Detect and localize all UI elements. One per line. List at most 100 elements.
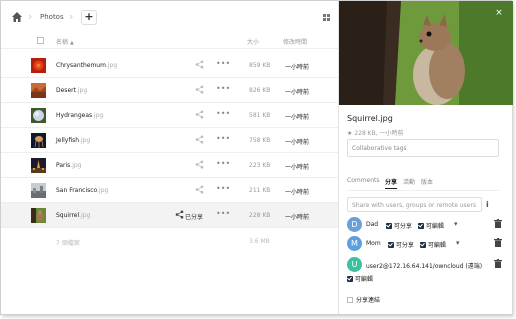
file-modified: 一小時前 [285,164,310,171]
detail-filename: Squirrel.jpg [347,114,393,123]
avatar: U [347,257,362,272]
file-thumbnail [31,133,46,148]
tab-divider [347,190,499,191]
file-count: 7 個檔案 [56,240,80,247]
total-size: 3.6 MB [249,238,270,245]
share-link-checkbox[interactable]: 分享連結 [347,295,380,304]
file-row[interactable]: San Francisco.jpg ••• 211 KB 一小時前 [1,178,338,203]
app-window: › Photos › + 名稱 ▲ 大小 修改時間 Chrysanthemum.… [0,0,513,315]
more-actions-icon[interactable]: ••• [216,209,230,218]
share-entry: M Mom 可分享 可編輯 ▾ [347,236,507,252]
star-icon[interactable]: ★ [347,130,352,137]
can-share-checkbox[interactable]: 可分享 [386,221,412,230]
modified-column-header[interactable]: 修改時間 [283,37,307,46]
breadcrumb-separator: › [28,10,33,23]
info-icon[interactable]: i [486,200,489,209]
file-modified: 一小時前 [285,139,310,146]
can-edit-checkbox[interactable]: 可編輯 [420,240,446,249]
detail-tabs: Comments 分享 活動 版本 [347,177,507,189]
share-icon[interactable] [195,160,204,169]
more-actions-icon[interactable]: ••• [216,109,230,118]
share-search-input[interactable]: Share with users, groups or remote users [347,197,482,212]
chevron-down-icon[interactable]: ▾ [456,239,460,247]
share-entry: U user2@172.16.64.141/owncloud (遠端) 可編輯 [347,257,507,285]
more-actions-icon[interactable]: ••• [216,184,230,193]
more-actions-icon[interactable]: ••• [216,84,230,93]
share-icon[interactable] [195,135,204,144]
name-column-header[interactable]: 名稱 ▲ [56,37,74,46]
can-edit-checkbox[interactable]: 可編輯 [418,221,444,230]
file-modified: 一小時前 [285,189,310,196]
list-header: 名稱 ▲ 大小 修改時間 [1,33,338,49]
file-size: 581 KB [249,112,271,119]
file-row[interactable]: Chrysanthemum.jpg ••• 859 KB 一小時前 [1,53,338,78]
share-recipient: Mom [366,240,381,247]
file-thumbnail [31,108,46,123]
tab-activity[interactable]: 活動 [403,177,415,186]
file-thumbnail [31,58,46,73]
breadcrumb-folder[interactable]: Photos [40,13,64,21]
file-size: 211 KB [249,187,271,194]
tab-sharing[interactable]: 分享 [385,177,398,189]
breadcrumb-separator: › [69,10,74,23]
delete-share-icon[interactable] [494,219,502,228]
more-actions-icon[interactable]: ••• [216,159,230,168]
tab-comments[interactable]: Comments [347,177,380,184]
new-button[interactable]: + [81,10,97,25]
file-list-panel: › Photos › + 名稱 ▲ 大小 修改時間 Chrysanthemum.… [1,1,338,314]
delete-share-icon[interactable] [494,238,502,247]
file-name[interactable]: Jellyfish.jpg [56,137,90,144]
size-column-header[interactable]: 大小 [247,37,259,46]
file-thumbnail [31,83,46,98]
grid-view-icon[interactable] [323,14,330,21]
share-entry: D Dad 可分享 可編輯 ▾ [347,217,507,233]
share-icon[interactable] [195,85,204,94]
details-sidebar: × Squirrel.jpg ★ 228 KB, 一小時前 Collaborat… [338,1,513,314]
file-row-selected[interactable]: Squirrel.jpg 已分享 ••• 228 KB 一小時前 [1,203,338,228]
file-size: 228 KB [249,212,271,219]
file-size: 826 KB [249,87,271,94]
file-modified: 一小時前 [285,214,310,221]
avatar: M [347,236,362,251]
file-name[interactable]: Squirrel.jpg [56,212,90,219]
select-all-checkbox[interactable] [37,37,44,44]
file-name[interactable]: Paris.jpg [56,162,82,169]
top-bar: › Photos › + [1,1,338,33]
can-share-checkbox[interactable]: 可分享 [388,240,414,249]
file-thumbnail [31,208,46,223]
more-actions-icon[interactable]: ••• [216,134,230,143]
file-row[interactable]: Jellyfish.jpg ••• 758 KB 一小時前 [1,128,338,153]
file-size: 223 KB [249,162,271,169]
can-edit-checkbox[interactable]: 可編輯 [347,274,373,283]
more-actions-icon[interactable]: ••• [216,59,230,68]
file-modified: 一小時前 [285,89,310,96]
tab-versions[interactable]: 版本 [421,177,433,186]
delete-share-icon[interactable] [494,259,502,268]
collaborative-tags-input[interactable]: Collaborative tags [347,139,499,157]
chevron-down-icon[interactable]: ▾ [454,220,458,228]
file-row[interactable]: Paris.jpg ••• 223 KB 一小時前 [1,153,338,178]
share-icon[interactable] [195,60,204,69]
image-preview [339,1,513,105]
file-size: 859 KB [249,62,271,69]
file-modified: 一小時前 [285,114,310,121]
file-name[interactable]: San Francisco.jpg [56,187,108,194]
share-recipient: user2@172.16.64.141/owncloud (遠端) [366,263,483,270]
share-recipient: Dad [366,221,379,228]
file-row[interactable]: Desert.jpg ••• 826 KB 一小時前 [1,78,338,103]
file-name[interactable]: Chrysanthemum.jpg [56,62,117,69]
avatar: D [347,217,362,232]
file-name[interactable]: Hydrangeas.jpg [56,112,103,119]
list-summary: 7 個檔案 3.6 MB [1,235,338,249]
shared-label[interactable]: 已分享 [185,212,203,221]
share-icon[interactable] [175,210,184,219]
file-size: 758 KB [249,137,271,144]
close-icon[interactable]: × [493,7,505,19]
home-icon[interactable] [11,11,23,23]
share-icon[interactable] [195,185,204,194]
detail-meta: ★ 228 KB, 一小時前 [347,130,404,137]
file-name[interactable]: Desert.jpg [56,87,87,94]
file-modified: 一小時前 [285,64,310,71]
file-row[interactable]: Hydrangeas.jpg ••• 581 KB 一小時前 [1,103,338,128]
share-icon[interactable] [195,110,204,119]
